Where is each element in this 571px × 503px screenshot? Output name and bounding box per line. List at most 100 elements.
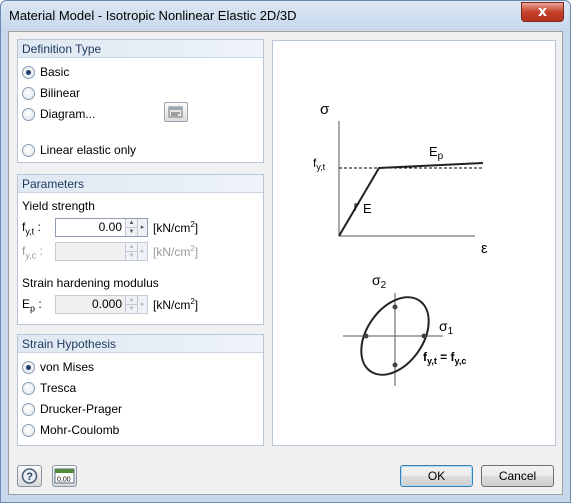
- fyc-label: fy,c :: [22, 244, 43, 260]
- ep-up-icon[interactable]: ▲: [126, 296, 137, 304]
- radio-drucker-prager-indicator[interactable]: [22, 402, 35, 416]
- units-decimal-icon: 0,00: [54, 468, 75, 484]
- definition-type-group: Definition Type Basic Bilinear Diagram..…: [17, 39, 264, 163]
- help-icon: ?: [21, 468, 38, 484]
- yield-equality-label: fy,t = fy,c: [423, 350, 466, 366]
- radio-von-mises-label: von Mises: [40, 360, 95, 374]
- fyc-spinner[interactable]: ▲ ▼: [125, 243, 137, 260]
- eq-left-sub: y,t: [427, 356, 437, 366]
- stress-strain-diagram: σ ε fy,t E Ep σ2 σ1 fy,t = fy,c: [313, 101, 488, 386]
- fyc-unit-end: ]: [194, 245, 199, 259]
- ep-unit-base: [kN/cm: [153, 298, 191, 312]
- units-icon-text: 0,00: [57, 477, 71, 484]
- fyt-diagram-label: fy,t: [313, 156, 326, 172]
- dialog-client: Definition Type Basic Bilinear Diagram..…: [8, 31, 563, 495]
- fyt-colon: :: [34, 220, 41, 234]
- parameters-header: Parameters: [18, 175, 263, 193]
- radio-diagram-indicator[interactable]: [22, 107, 35, 121]
- ep-picker-icon[interactable]: ▸: [137, 296, 147, 313]
- fyc-colon: :: [36, 244, 43, 258]
- epsilon-axis-label: ε: [481, 240, 488, 257]
- ep-value[interactable]: 0.000: [56, 296, 125, 313]
- ellipse-point-top: [392, 304, 398, 310]
- sigma2-sub: 2: [381, 280, 387, 291]
- fyc-picker-icon[interactable]: ▸: [137, 243, 147, 260]
- fyt-picker-icon[interactable]: ▸: [137, 219, 147, 236]
- radio-tresca[interactable]: Tresca: [22, 380, 76, 396]
- parameters-group: Parameters Yield strength fy,t : 0.00 ▲ ▼…: [17, 174, 264, 325]
- ok-button[interactable]: OK: [400, 465, 473, 487]
- fyc-value[interactable]: [56, 243, 125, 260]
- sigma2-label: σ2: [372, 272, 387, 291]
- yield-strength-label: Yield strength: [22, 199, 95, 213]
- units-decimal-button[interactable]: 0,00: [52, 465, 77, 487]
- radio-mohr-coulomb-indicator[interactable]: [22, 423, 35, 437]
- fyt-up-icon[interactable]: ▲: [126, 219, 137, 227]
- ep-diagram-symbol: E: [429, 144, 438, 159]
- strain-hypothesis-header: Strain Hypothesis: [18, 335, 263, 353]
- fyc-input[interactable]: ▲ ▼ ▸: [55, 242, 148, 261]
- fyc-up-icon[interactable]: ▲: [126, 243, 137, 251]
- radio-drucker-prager[interactable]: Drucker-Prager: [22, 401, 122, 417]
- window-title: Material Model - Isotropic Nonlinear Ela…: [9, 8, 297, 23]
- fyt-label: fy,t :: [22, 220, 41, 236]
- radio-basic-indicator[interactable]: [22, 65, 35, 79]
- fyt-input[interactable]: 0.00 ▲ ▼ ▸: [55, 218, 148, 237]
- sigma1-label: σ1: [439, 318, 454, 337]
- fyt-unit-end: ]: [194, 221, 199, 235]
- radio-von-mises-indicator[interactable]: [22, 360, 35, 374]
- radio-linear-elastic-indicator[interactable]: [22, 143, 35, 157]
- fyt-value[interactable]: 0.00: [56, 219, 125, 236]
- eq-mid: = f: [437, 350, 456, 364]
- sigma1-sub: 1: [448, 326, 454, 337]
- fyc-unit: [kN/cm2]: [153, 244, 198, 259]
- fyt-unit-base: [kN/cm: [153, 221, 191, 235]
- ep-label: Ep :: [22, 297, 42, 313]
- ep-unit-end: ]: [194, 298, 199, 312]
- fyt-down-icon[interactable]: ▼: [126, 227, 137, 236]
- sigma1-symbol: σ: [439, 318, 448, 334]
- fyc-down-icon[interactable]: ▼: [126, 251, 137, 260]
- ep-symbol: E: [22, 297, 31, 311]
- dialog-window: Material Model - Isotropic Nonlinear Ela…: [0, 0, 571, 503]
- radio-basic-label: Basic: [40, 65, 70, 79]
- radio-bilinear-label: Bilinear: [40, 86, 81, 100]
- ellipse-point-left: [363, 333, 369, 339]
- radio-mohr-coulomb-label: Mohr-Coulomb: [40, 423, 120, 437]
- fyt-unit: [kN/cm2]: [153, 220, 198, 235]
- help-button[interactable]: ?: [17, 465, 42, 487]
- radio-tresca-indicator[interactable]: [22, 381, 35, 395]
- definition-type-header: Definition Type: [18, 40, 263, 58]
- radio-diagram[interactable]: Diagram...: [22, 106, 95, 122]
- radio-mohr-coulomb[interactable]: Mohr-Coulomb: [22, 422, 119, 438]
- e-modulus-label: E: [363, 201, 372, 216]
- ep-input[interactable]: 0.000 ▲ ▼ ▸: [55, 295, 148, 314]
- fyt-diagram-sub: y,t: [316, 162, 325, 172]
- edit-diagram-button[interactable]: [164, 102, 188, 122]
- fyt-subscript: y,t: [25, 226, 35, 237]
- ep-unit: [kN/cm2]: [153, 297, 198, 312]
- radio-basic[interactable]: Basic: [22, 64, 69, 80]
- fyt-spinner[interactable]: ▲ ▼: [125, 219, 137, 236]
- close-icon: x: [537, 4, 548, 20]
- fyc-subscript: y,c: [25, 250, 37, 261]
- ep-diagram-label: Ep: [429, 144, 444, 162]
- close-button[interactable]: x: [521, 2, 564, 22]
- radio-linear-elastic[interactable]: Linear elastic only: [22, 142, 136, 158]
- radio-bilinear[interactable]: Bilinear: [22, 85, 80, 101]
- ep-colon: :: [35, 297, 42, 311]
- cancel-button[interactable]: Cancel: [481, 465, 554, 487]
- svg-text:?: ?: [26, 471, 33, 483]
- radio-bilinear-indicator[interactable]: [22, 86, 35, 100]
- strain-hardening-label: Strain hardening modulus: [22, 276, 159, 290]
- sigma-axis-label: σ: [320, 101, 330, 118]
- radio-tresca-label: Tresca: [40, 381, 77, 395]
- title-bar[interactable]: Material Model - Isotropic Nonlinear Ela…: [1, 1, 570, 31]
- material-diagram-preview: σ ε fy,t E Ep σ2 σ1 fy,t = fy,c: [272, 40, 556, 446]
- ep-spinner[interactable]: ▲ ▼: [125, 296, 137, 313]
- ep-down-icon[interactable]: ▼: [126, 304, 137, 313]
- radio-von-mises[interactable]: von Mises: [22, 359, 94, 375]
- ellipse-point-right: [421, 333, 427, 339]
- ellipse-point-bottom: [392, 362, 398, 368]
- stress-strain-curve: [338, 162, 484, 237]
